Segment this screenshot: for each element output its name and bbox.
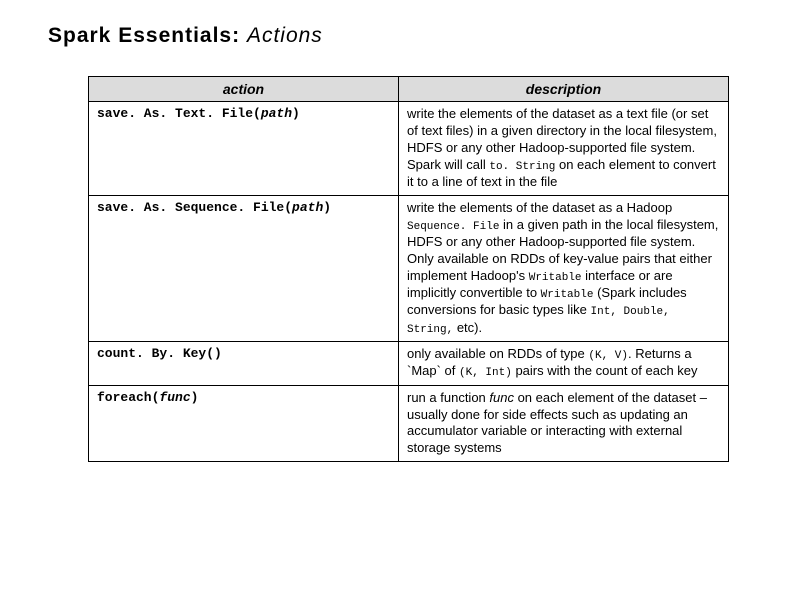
table-row: count. By. Key() only available on RDDs …: [89, 342, 729, 386]
header-action: action: [89, 77, 399, 102]
action-description: write the elements of the dataset as a t…: [399, 102, 729, 196]
table-row: save. As. Sequence. File(path) write the…: [89, 195, 729, 341]
title-sub: Actions: [247, 24, 323, 47]
title-main: Spark Essentials:: [48, 24, 240, 47]
action-name: foreach(func): [89, 385, 399, 462]
page-title: Spark Essentials: Actions: [48, 24, 760, 48]
action-description: write the elements of the dataset as a H…: [399, 195, 729, 341]
action-name: save. As. Text. File(path): [89, 102, 399, 196]
actions-table: action description save. As. Text. File(…: [88, 76, 729, 462]
action-description: run a function func on each element of t…: [399, 385, 729, 462]
action-description: only available on RDDs of type (K, V). R…: [399, 342, 729, 386]
action-name: save. As. Sequence. File(path): [89, 195, 399, 341]
table-row: save. As. Text. File(path) write the ele…: [89, 102, 729, 196]
header-description: description: [399, 77, 729, 102]
table-row: foreach(func) run a function func on eac…: [89, 385, 729, 462]
action-name: count. By. Key(): [89, 342, 399, 386]
table-header-row: action description: [89, 77, 729, 102]
